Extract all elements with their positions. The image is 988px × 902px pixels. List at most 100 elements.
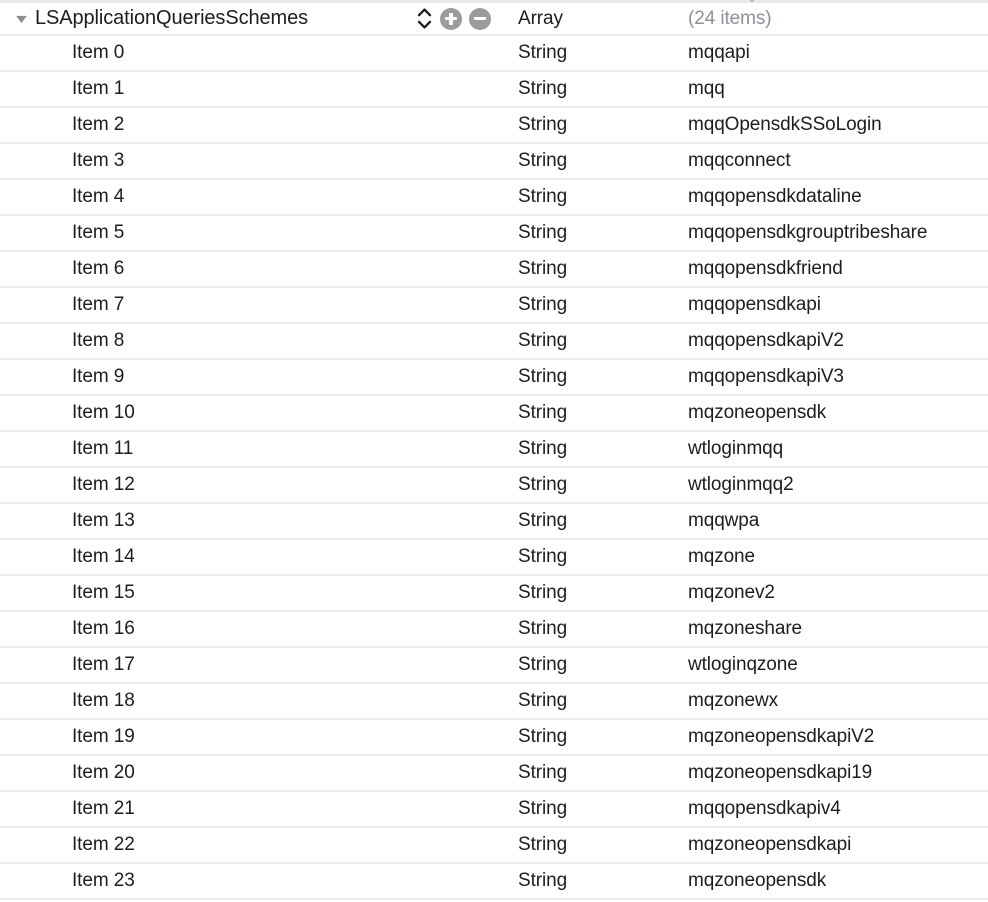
item-value-cell[interactable]: mqqwpa [674, 504, 988, 538]
table-row[interactable]: Item 3 String mqqconnect [0, 144, 988, 180]
item-type-cell[interactable]: String [513, 288, 674, 322]
item-key-cell[interactable]: Item 1 [0, 72, 408, 106]
item-value-cell[interactable]: wtloginmqq [674, 432, 988, 466]
item-key-cell[interactable]: Item 13 [0, 504, 408, 538]
item-value-cell[interactable]: mqqopensdkapi [674, 288, 988, 322]
item-value-cell[interactable]: mqzoneopensdk [674, 396, 988, 430]
item-type-cell[interactable]: String [513, 180, 674, 214]
item-value-cell[interactable]: mqqopensdkfriend [674, 252, 988, 286]
table-row[interactable]: Item 23 String mqzoneopensdk [0, 864, 988, 900]
item-value-cell[interactable]: wtloginqzone [674, 648, 988, 682]
table-row[interactable]: Item 20 String mqzoneopensdkapi19 [0, 756, 988, 792]
stepper-up-down-icon[interactable] [416, 4, 433, 34]
table-row[interactable]: Item 15 String mqzonev2 [0, 576, 988, 612]
item-key-cell[interactable]: Item 21 [0, 792, 408, 826]
table-row[interactable]: Item 1 String mqq [0, 72, 988, 108]
table-row[interactable]: Item 21 String mqqopensdkapiv4 [0, 792, 988, 828]
table-row[interactable]: Item 18 String mqzonewx [0, 684, 988, 720]
item-key-cell[interactable]: Item 11 [0, 432, 408, 466]
item-key-cell[interactable]: Item 0 [0, 36, 408, 70]
item-key-cell[interactable]: Item 4 [0, 180, 408, 214]
item-value-cell[interactable]: mqq [674, 72, 988, 106]
item-key-cell[interactable]: Item 6 [0, 252, 408, 286]
table-row[interactable]: Item 5 String mqqopensdkgrouptribeshare [0, 216, 988, 252]
item-key-cell[interactable]: Item 3 [0, 144, 408, 178]
root-type-cell[interactable]: Array [513, 3, 674, 34]
item-key-cell[interactable]: Item 19 [0, 720, 408, 754]
item-type-cell[interactable]: String [513, 108, 674, 142]
item-type-cell[interactable]: String [513, 504, 674, 538]
item-type-cell[interactable]: String [513, 72, 674, 106]
table-row[interactable]: Item 19 String mqzoneopensdkapiV2 [0, 720, 988, 756]
item-key-cell[interactable]: Item 15 [0, 576, 408, 610]
item-value-cell[interactable]: mqzoneopensdkapi19 [674, 756, 988, 790]
item-type-cell[interactable]: String [513, 252, 674, 286]
item-type-cell[interactable]: String [513, 540, 674, 574]
item-value-cell[interactable]: mqqopensdkapiV3 [674, 360, 988, 394]
item-type-cell[interactable]: String [513, 864, 674, 898]
item-type-cell[interactable]: String [513, 360, 674, 394]
item-key-cell[interactable]: Item 12 [0, 468, 408, 502]
item-key-cell[interactable]: Item 16 [0, 612, 408, 646]
item-type-cell[interactable]: String [513, 36, 674, 70]
item-key-cell[interactable]: Item 8 [0, 324, 408, 358]
triangle-down-icon[interactable] [14, 11, 29, 26]
table-row[interactable]: Item 16 String mqzoneshare [0, 612, 988, 648]
item-value-cell[interactable]: mqzoneshare [674, 612, 988, 646]
item-type-cell[interactable]: String [513, 432, 674, 466]
table-row[interactable]: Item 6 String mqqopensdkfriend [0, 252, 988, 288]
item-type-cell[interactable]: String [513, 468, 674, 502]
root-key-cell[interactable]: LSApplicationQueriesSchemes [0, 3, 408, 34]
table-row[interactable]: Item 13 String mqqwpa [0, 504, 988, 540]
item-type-cell[interactable]: String [513, 756, 674, 790]
item-key-cell[interactable]: Item 23 [0, 864, 408, 898]
item-key-cell[interactable]: Item 18 [0, 684, 408, 718]
table-row[interactable]: Item 7 String mqqopensdkapi [0, 288, 988, 324]
table-row[interactable]: Item 9 String mqqopensdkapiV3 [0, 360, 988, 396]
table-row[interactable]: Item 14 String mqzone [0, 540, 988, 576]
item-value-cell[interactable]: mqqopensdkapiv4 [674, 792, 988, 826]
item-type-cell[interactable]: String [513, 396, 674, 430]
item-value-cell[interactable]: mqqapi [674, 36, 988, 70]
item-key-cell[interactable]: Item 2 [0, 108, 408, 142]
item-value-cell[interactable]: mqzoneopensdkapiV2 [674, 720, 988, 754]
item-key-cell[interactable]: Item 20 [0, 756, 408, 790]
item-type-cell[interactable]: String [513, 720, 674, 754]
item-value-cell[interactable]: mqqconnect [674, 144, 988, 178]
root-value-cell[interactable]: (24 items) [674, 3, 988, 34]
item-key-cell[interactable]: Item 5 [0, 216, 408, 250]
item-key-cell[interactable]: Item 9 [0, 360, 408, 394]
item-value-cell[interactable]: mqzonev2 [674, 576, 988, 610]
item-key-cell[interactable]: Item 7 [0, 288, 408, 322]
item-key-cell[interactable]: Item 17 [0, 648, 408, 682]
item-value-cell[interactable]: mqqOpensdkSSoLogin [674, 108, 988, 142]
item-value-cell[interactable]: mqqopensdkapiV2 [674, 324, 988, 358]
item-type-cell[interactable]: String [513, 324, 674, 358]
item-value-cell[interactable]: mqzoneopensdkapi [674, 828, 988, 862]
table-row[interactable]: Item 0 String mqqapi [0, 36, 988, 72]
table-row[interactable]: Item 10 String mqzoneopensdk [0, 396, 988, 432]
item-type-cell[interactable]: String [513, 144, 674, 178]
table-row[interactable]: Item 17 String wtloginqzone [0, 648, 988, 684]
item-value-cell[interactable]: mqzonewx [674, 684, 988, 718]
table-row[interactable]: Item 4 String mqqopensdkdataline [0, 180, 988, 216]
item-type-cell[interactable]: String [513, 576, 674, 610]
item-value-cell[interactable]: mqqopensdkgrouptribeshare [674, 216, 988, 250]
item-type-cell[interactable]: String [513, 216, 674, 250]
minus-circle-icon[interactable] [469, 7, 491, 30]
item-type-cell[interactable]: String [513, 684, 674, 718]
table-row[interactable]: Item 12 String wtloginmqq2 [0, 468, 988, 504]
item-type-cell[interactable]: String [513, 792, 674, 826]
table-row[interactable]: Item 2 String mqqOpensdkSSoLogin [0, 108, 988, 144]
item-type-cell[interactable]: String [513, 648, 674, 682]
item-value-cell[interactable]: mqzoneopensdk [674, 864, 988, 898]
item-key-cell[interactable]: Item 10 [0, 396, 408, 430]
table-row[interactable]: Item 11 String wtloginmqq [0, 432, 988, 468]
item-value-cell[interactable]: mqzone [674, 540, 988, 574]
table-row[interactable]: Item 8 String mqqopensdkapiV2 [0, 324, 988, 360]
plus-circle-icon[interactable] [440, 7, 462, 30]
table-row-root[interactable]: LSApplicationQueriesSchemes Array (24 it… [0, 3, 988, 36]
item-value-cell[interactable]: mqqopensdkdataline [674, 180, 988, 214]
item-value-cell[interactable]: wtloginmqq2 [674, 468, 988, 502]
item-type-cell[interactable]: String [513, 828, 674, 862]
